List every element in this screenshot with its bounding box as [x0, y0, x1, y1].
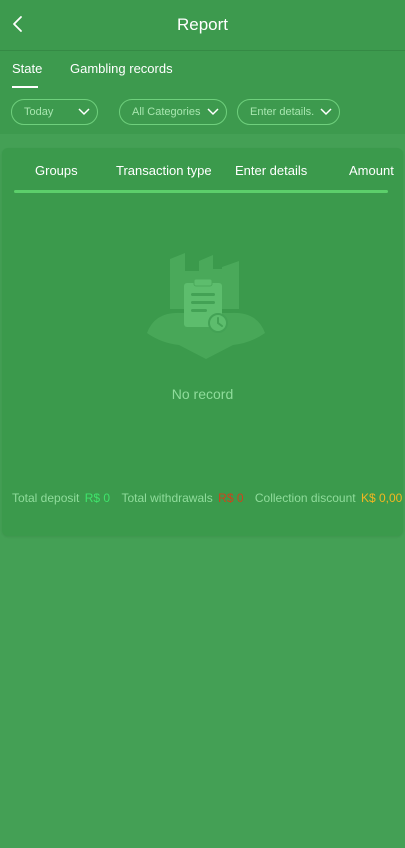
total-withdrawals-value: R$ 0 [218, 491, 244, 505]
category-filter-value: All Categories [132, 106, 201, 118]
empty-state-text: No record [171, 386, 234, 402]
chevron-down-icon [320, 108, 332, 116]
active-tab-indicator [12, 86, 38, 88]
total-deposit-value: R$ 0 [84, 491, 111, 505]
filter-bar: Today All Categories Enter details. [0, 89, 405, 134]
totals-summary: Total deposit R$ 0 Total withdrawals R$ … [12, 491, 402, 505]
tab-bar: State Gambling records [0, 51, 405, 89]
details-filter-placeholder: Enter details. [250, 106, 315, 118]
date-filter-value: Today [24, 106, 54, 118]
report-card: Groups Transaction type Enter details Am… [2, 148, 403, 536]
clipboard-icon [147, 253, 265, 359]
total-deposit-label: Total deposit [12, 491, 80, 505]
column-header-amount: Amount [349, 163, 394, 178]
chevron-down-icon [78, 108, 90, 116]
page-title: Report [176, 15, 229, 34]
header: Report [0, 0, 405, 51]
tab-state[interactable]: State [12, 61, 42, 76]
table-header-divider [14, 190, 388, 193]
tab-gambling-records[interactable]: Gambling records [70, 61, 173, 76]
collection-discount-value: K$ 0,00 [360, 491, 403, 505]
column-header-enter-details: Enter details [235, 163, 308, 178]
column-header-transaction-type: Transaction type [116, 163, 212, 178]
chevron-down-icon [207, 108, 219, 116]
column-header-groups: Groups [35, 163, 78, 178]
date-filter[interactable]: Today [11, 99, 98, 125]
total-withdrawals-label: Total withdrawals [121, 491, 213, 505]
details-filter[interactable]: Enter details. [237, 99, 340, 125]
category-filter[interactable]: All Categories [119, 99, 227, 125]
collection-discount-label: Collection discount [254, 491, 356, 505]
